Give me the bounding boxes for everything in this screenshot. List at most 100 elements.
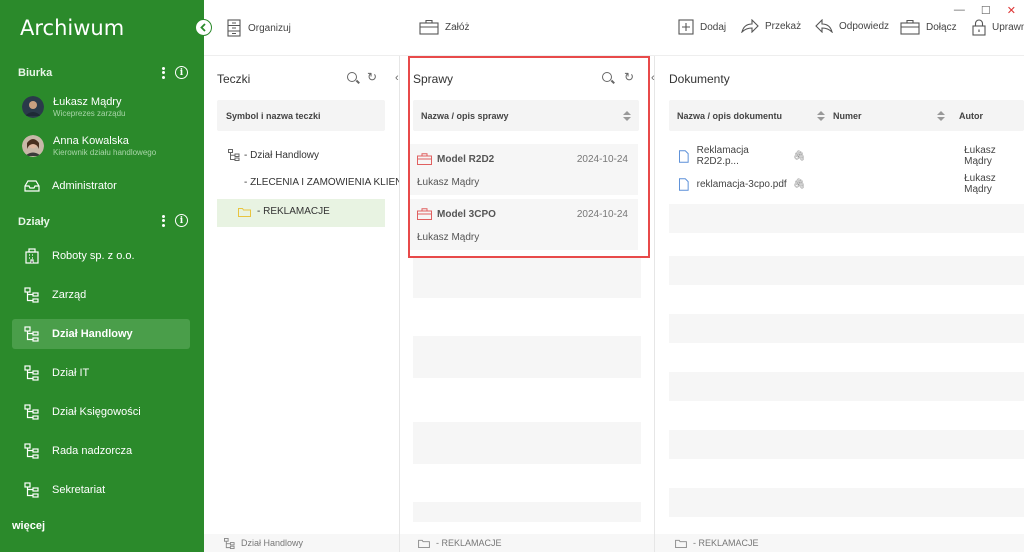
sidebar-item-roboty[interactable]: Roboty sp. z o.o.	[12, 241, 190, 271]
reply-icon	[815, 19, 833, 33]
sidebar-item-rada-nadzorcza[interactable]: Rada nadzorcza	[12, 436, 190, 466]
user-lukasz[interactable]: Łukasz Mądry Wiceprezes zarządu	[22, 96, 125, 118]
sidebar-item-label: Dział Księgowości	[52, 406, 141, 418]
case-owner: Łukasz Mądry	[417, 177, 480, 188]
attachment-icon: 🖇	[792, 150, 806, 162]
avatar	[22, 135, 44, 157]
sidebar-item-dzial-ksiegowosci[interactable]: Dział Księgowości	[12, 397, 190, 427]
document-row[interactable]: Reklamacja R2D2.p... 🖇 Łukasz Mądry	[665, 142, 1024, 170]
case-name: Model 3CPO	[437, 209, 496, 220]
sort-icon[interactable]	[937, 110, 945, 121]
hierarchy-icon	[24, 287, 40, 303]
close-icon[interactable]: ✕	[1007, 4, 1016, 17]
info-icon[interactable]: i	[175, 214, 188, 227]
more-options-icon[interactable]	[161, 214, 165, 227]
column-header-name[interactable]: Nazwa / opis dokumentu	[677, 111, 809, 121]
column-header[interactable]: Symbol i nazwa teczki	[217, 100, 385, 131]
attach-button[interactable]: Dołącz	[900, 19, 957, 35]
column-header-number[interactable]: Numer	[833, 111, 929, 121]
briefcase-icon	[417, 208, 432, 220]
permissions-button[interactable]: Uprawn	[972, 19, 1024, 36]
forward-label: Przekaż	[765, 20, 802, 32]
case-date: 2024-10-24	[576, 209, 628, 220]
more-options-icon[interactable]	[161, 66, 165, 79]
collapse-sidebar-button[interactable]	[195, 19, 212, 36]
document-icon	[679, 149, 689, 163]
info-icon[interactable]: i	[175, 66, 188, 79]
desks-header: Biurka	[18, 67, 53, 79]
reply-button[interactable]: Odpowiedz	[815, 19, 889, 33]
footer-label: - REKLAMACJE	[436, 538, 502, 548]
sidebar-item-administrator[interactable]: Administrator	[12, 171, 190, 201]
organize-label: Organizuj	[248, 22, 291, 34]
refresh-icon[interactable]: ↻	[367, 70, 377, 84]
folders-panel: Teczki ↻ Symbol i nazwa teczki - Dział H…	[204, 56, 399, 552]
forward-button[interactable]: Przekaż	[741, 19, 801, 33]
tree-item-reklamacje[interactable]: - REKLAMACJE	[238, 206, 330, 217]
panel-title: Sprawy	[413, 72, 454, 86]
hierarchy-icon	[24, 404, 40, 420]
empty-row	[669, 256, 1024, 285]
lock-icon	[972, 19, 986, 36]
document-author: Łukasz Mądry	[964, 173, 996, 195]
tree-item-zlecenia[interactable]: - ZLECENIA I ZAMÓWIENIA KLIENTÓW	[238, 177, 399, 188]
add-icon	[678, 19, 694, 35]
document-name: reklamacja-3cpo.pdf	[696, 178, 787, 190]
tree-item-dzial-handlowy[interactable]: - Dział Handlowy	[228, 149, 319, 161]
inbox-icon	[24, 178, 40, 194]
sort-icon[interactable]	[817, 110, 825, 121]
case-item[interactable]: Model R2D2 2024-10-24 Łukasz Mądry	[410, 144, 638, 195]
window-controls: — ☐ ✕	[954, 4, 1016, 17]
empty-row	[413, 422, 641, 464]
create-button[interactable]: Załóż	[419, 19, 469, 35]
tree-item-label: - Dział Handlowy	[244, 149, 320, 161]
briefcase-icon	[417, 153, 432, 165]
panel-title: Teczki	[217, 72, 251, 86]
add-label: Dodaj	[700, 21, 727, 33]
briefcase-attach-icon	[900, 19, 920, 35]
refresh-icon[interactable]: ↻	[624, 70, 634, 84]
sort-icon[interactable]	[623, 110, 631, 121]
add-button[interactable]: Dodaj	[678, 19, 726, 35]
column-header-row: Nazwa / opis dokumentu Numer Autor	[669, 100, 1024, 131]
briefcase-icon	[419, 19, 439, 35]
user-name: Łukasz Mądry	[53, 96, 122, 108]
empty-row	[669, 488, 1024, 517]
hierarchy-icon	[24, 326, 40, 342]
tree-item-label: - REKLAMACJE	[257, 206, 330, 217]
sidebar-item-label: Sekretariat	[52, 484, 106, 496]
organize-button[interactable]: Organizuj	[226, 19, 291, 37]
sidebar-item-sekretariat[interactable]: Sekretariat	[12, 475, 190, 505]
sidebar-item-dzial-handlowy[interactable]: Dział Handlowy	[12, 319, 190, 349]
empty-row	[413, 336, 641, 378]
search-icon[interactable]	[602, 72, 612, 85]
toolbar: Organizuj Załóż Dodaj Przekaż Odpowiedz …	[204, 0, 1024, 56]
case-item[interactable]: Model 3CPO 2024-10-24 Łukasz Mądry	[410, 199, 638, 250]
more-link[interactable]: więcej	[12, 520, 45, 532]
empty-row	[669, 204, 1024, 233]
empty-row	[413, 502, 641, 522]
hierarchy-icon	[24, 365, 40, 381]
document-row[interactable]: reklamacja-3cpo.pdf 🖇 Łukasz Mądry	[665, 170, 1024, 198]
maximize-icon[interactable]: ☐	[981, 4, 991, 17]
panel-footer: - REKLAMACJE	[400, 534, 654, 552]
sidebar-item-dzial-it[interactable]: Dział IT	[12, 358, 190, 388]
empty-row	[413, 256, 641, 298]
column-header[interactable]: Nazwa / opis sprawy	[413, 100, 639, 131]
user-role: Kierownik działu handlowego	[53, 148, 157, 157]
sidebar-item-label: Roboty sp. z o.o.	[52, 250, 135, 262]
folder-icon	[418, 539, 430, 548]
attach-label: Dołącz	[926, 21, 957, 33]
documents-panel: Dokumenty Nazwa / opis dokumentu Numer A…	[655, 56, 1024, 552]
column-header-author[interactable]: Autor	[959, 111, 983, 121]
search-icon[interactable]	[347, 72, 357, 85]
minimize-icon[interactable]: —	[954, 4, 965, 17]
chevron-left-icon[interactable]: ‹	[395, 72, 399, 84]
column-header-label: Nazwa / opis sprawy	[421, 110, 509, 121]
user-role: Wiceprezes zarządu	[53, 109, 126, 118]
sidebar-item-zarzad[interactable]: Zarząd	[12, 280, 190, 310]
user-anna[interactable]: Anna Kowalska Kierownik działu handloweg…	[22, 135, 156, 157]
empty-row	[669, 314, 1024, 343]
desks-header-icons: i	[161, 66, 188, 79]
document-name: Reklamacja R2D2.p...	[696, 145, 749, 167]
